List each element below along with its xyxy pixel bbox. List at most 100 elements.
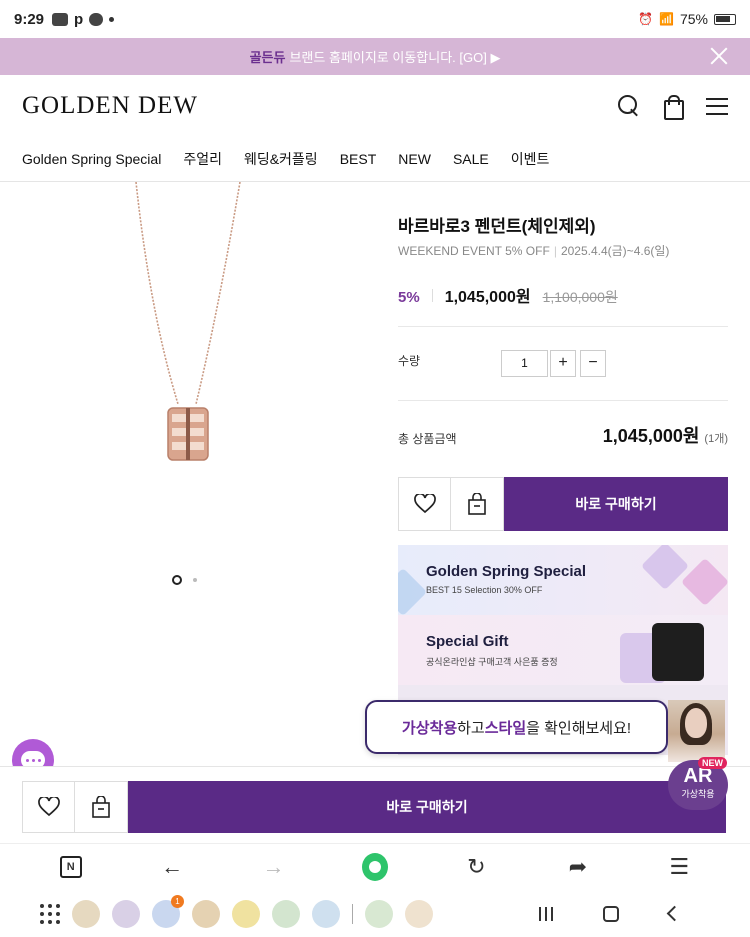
quantity-label: 수량 [398,354,421,368]
ar-highlight-2: 스타일 [484,719,527,737]
gem-decoration [398,567,428,615]
banner-subtitle: BEST 15 Selection 30% OFF [426,585,543,595]
sticky-purchase-bar: 바로 구매하기 [0,766,750,842]
shopping-bag-icon [92,796,110,818]
search-icon[interactable] [618,95,640,117]
pagination-dot[interactable] [193,578,197,582]
battery-text: 75% [679,11,708,27]
total-count: (1개) [704,433,728,445]
system-back-icon[interactable] [666,905,683,922]
ar-highlight-1: 가상착용 [401,719,458,737]
ar-text-2: 을 확인해보세요! [526,719,632,737]
wifi-icon: 📶 [659,12,674,26]
product-image[interactable] [0,181,370,602]
status-time: 9:29 [14,10,45,28]
pendant-image [135,181,241,461]
banner-subtitle: 공식온라인샵 구매고객 사은품 증정 [426,657,558,667]
naver-tab-button[interactable]: N [58,854,84,880]
nav-item-new[interactable]: NEW [398,151,431,167]
alarm-icon: ⏰ [638,12,654,26]
header-icons [618,95,728,120]
n-icon: N [59,856,82,878]
promo-banner-gift[interactable]: Special Gift 공식온라인샵 구매고객 사은품 증정 [398,615,728,685]
event-name: WEEKEND EVENT 5% OFF [398,244,550,258]
share-icon[interactable]: ➦ [565,854,591,880]
image-pagination[interactable] [172,575,197,585]
sticky-wishlist-button[interactable] [22,781,75,833]
product-event: WEEKEND EVENT 5% OFF | 2025.4.4(금)~4.6(일) [398,244,670,258]
talk-icon [52,12,69,26]
ar-sub-label: 가상착용 [681,789,715,799]
product-title: 바르바로3 펜던트(체인제외) [398,217,596,236]
quantity-minus-button[interactable]: − [580,350,606,377]
forward-arrow-icon[interactable]: → [261,854,287,880]
notes-app-icon[interactable]: 1 [152,894,184,928]
more-dot-icon [109,16,115,22]
menu-icon[interactable] [706,97,728,115]
ar-text-1: 하고 [457,719,485,737]
total-value: 1,045,000원 (1개) [603,422,728,448]
site-logo[interactable]: GOLDEN DEW [22,92,198,120]
new-badge: NEW [698,757,727,769]
main-nav: Golden Spring Special 주얼리 웨딩&커플링 BEST NE… [0,137,750,182]
system-home-icon[interactable] [603,905,619,922]
refresh-icon[interactable]: ↻ [463,854,489,880]
bear-app-icon[interactable] [192,899,220,928]
ar-model-thumbnail[interactable] [668,700,725,762]
nav-item-wedding-couple[interactable]: 웨딩&커플링 [244,149,318,169]
total-label: 총 상품금액 [398,432,457,446]
heart-icon [413,494,436,514]
phone-app-icon[interactable] [72,899,100,928]
promo-banner-spring[interactable]: Golden Spring Special BEST 15 Selection … [398,545,728,615]
shopping-bag-icon [468,493,486,515]
status-right: ⏰ 📶 75% [638,11,736,27]
notification-badge: 1 [171,894,184,908]
lemon-app-icon[interactable] [232,899,260,928]
sticky-buy-now-button[interactable]: 바로 구매하기 [128,781,726,833]
quantity-plus-button[interactable]: + [550,350,576,377]
p-icon: p [74,10,84,28]
quantity-input[interactable]: 1 [501,350,548,377]
nav-item-sale[interactable]: SALE [453,151,489,167]
carrot-app-icon[interactable] [405,899,433,928]
promo-brand: 골든듀 [249,50,286,65]
black-bag-image [652,623,704,681]
promo-text: 브랜드 홈페이지로 이동합니다. [GO] ▶ [289,50,501,65]
ar-try-on-popup[interactable]: 가상착용 하고 스타일 을 확인해보세요! [365,700,668,754]
camera-app-icon[interactable] [272,899,300,928]
hamburger-menu-icon[interactable]: ☰ [666,854,692,880]
banner-title: Golden Spring Special [426,563,587,580]
home-button[interactable] [361,853,388,881]
nav-item-best[interactable]: BEST [340,151,377,167]
android-dock: 1 [0,890,750,937]
wishlist-button[interactable] [398,477,451,531]
close-icon[interactable] [708,45,730,67]
quantity-row: 수량 1 + − [398,350,728,378]
browser-toolbar: N ← → ↻ ➦ ☰ [0,843,750,890]
gallery-app-icon[interactable] [365,899,393,928]
cart-icon[interactable] [662,95,684,120]
recents-icon[interactable] [539,906,553,921]
notification-icons: p [52,10,115,28]
pagination-dot-active[interactable] [172,575,182,585]
nav-item-event[interactable]: 이벤트 [511,149,550,169]
add-to-cart-button[interactable] [451,477,504,531]
nav-item-golden-spring-special[interactable]: Golden Spring Special [22,151,161,167]
buy-now-button[interactable]: 바로 구매하기 [504,477,728,531]
app-drawer-icon[interactable] [40,903,60,924]
sticky-cart-button[interactable] [75,781,128,833]
back-arrow-icon[interactable]: ← [159,854,185,880]
action-buttons: 바로 구매하기 [398,477,728,531]
telegram-app-icon[interactable] [312,899,340,928]
gem-decoration [680,557,728,607]
heart-icon [37,797,60,817]
site-header: GOLDEN DEW [0,75,750,137]
nav-item-jewelry[interactable]: 주얼리 [183,149,222,169]
brand-promo-banner[interactable]: 골든듀 브랜드 홈페이지로 이동합니다. [GO] ▶ [0,38,750,75]
status-bar: 9:29 p ⏰ 📶 75% [0,0,750,38]
total-row: 총 상품금액 1,045,000원 (1개) [398,420,728,450]
original-price: 1,100,000원 [542,289,618,305]
messages-app-icon[interactable] [112,899,140,928]
banner-title: Special Gift [426,633,509,650]
battery-icon [714,13,736,25]
